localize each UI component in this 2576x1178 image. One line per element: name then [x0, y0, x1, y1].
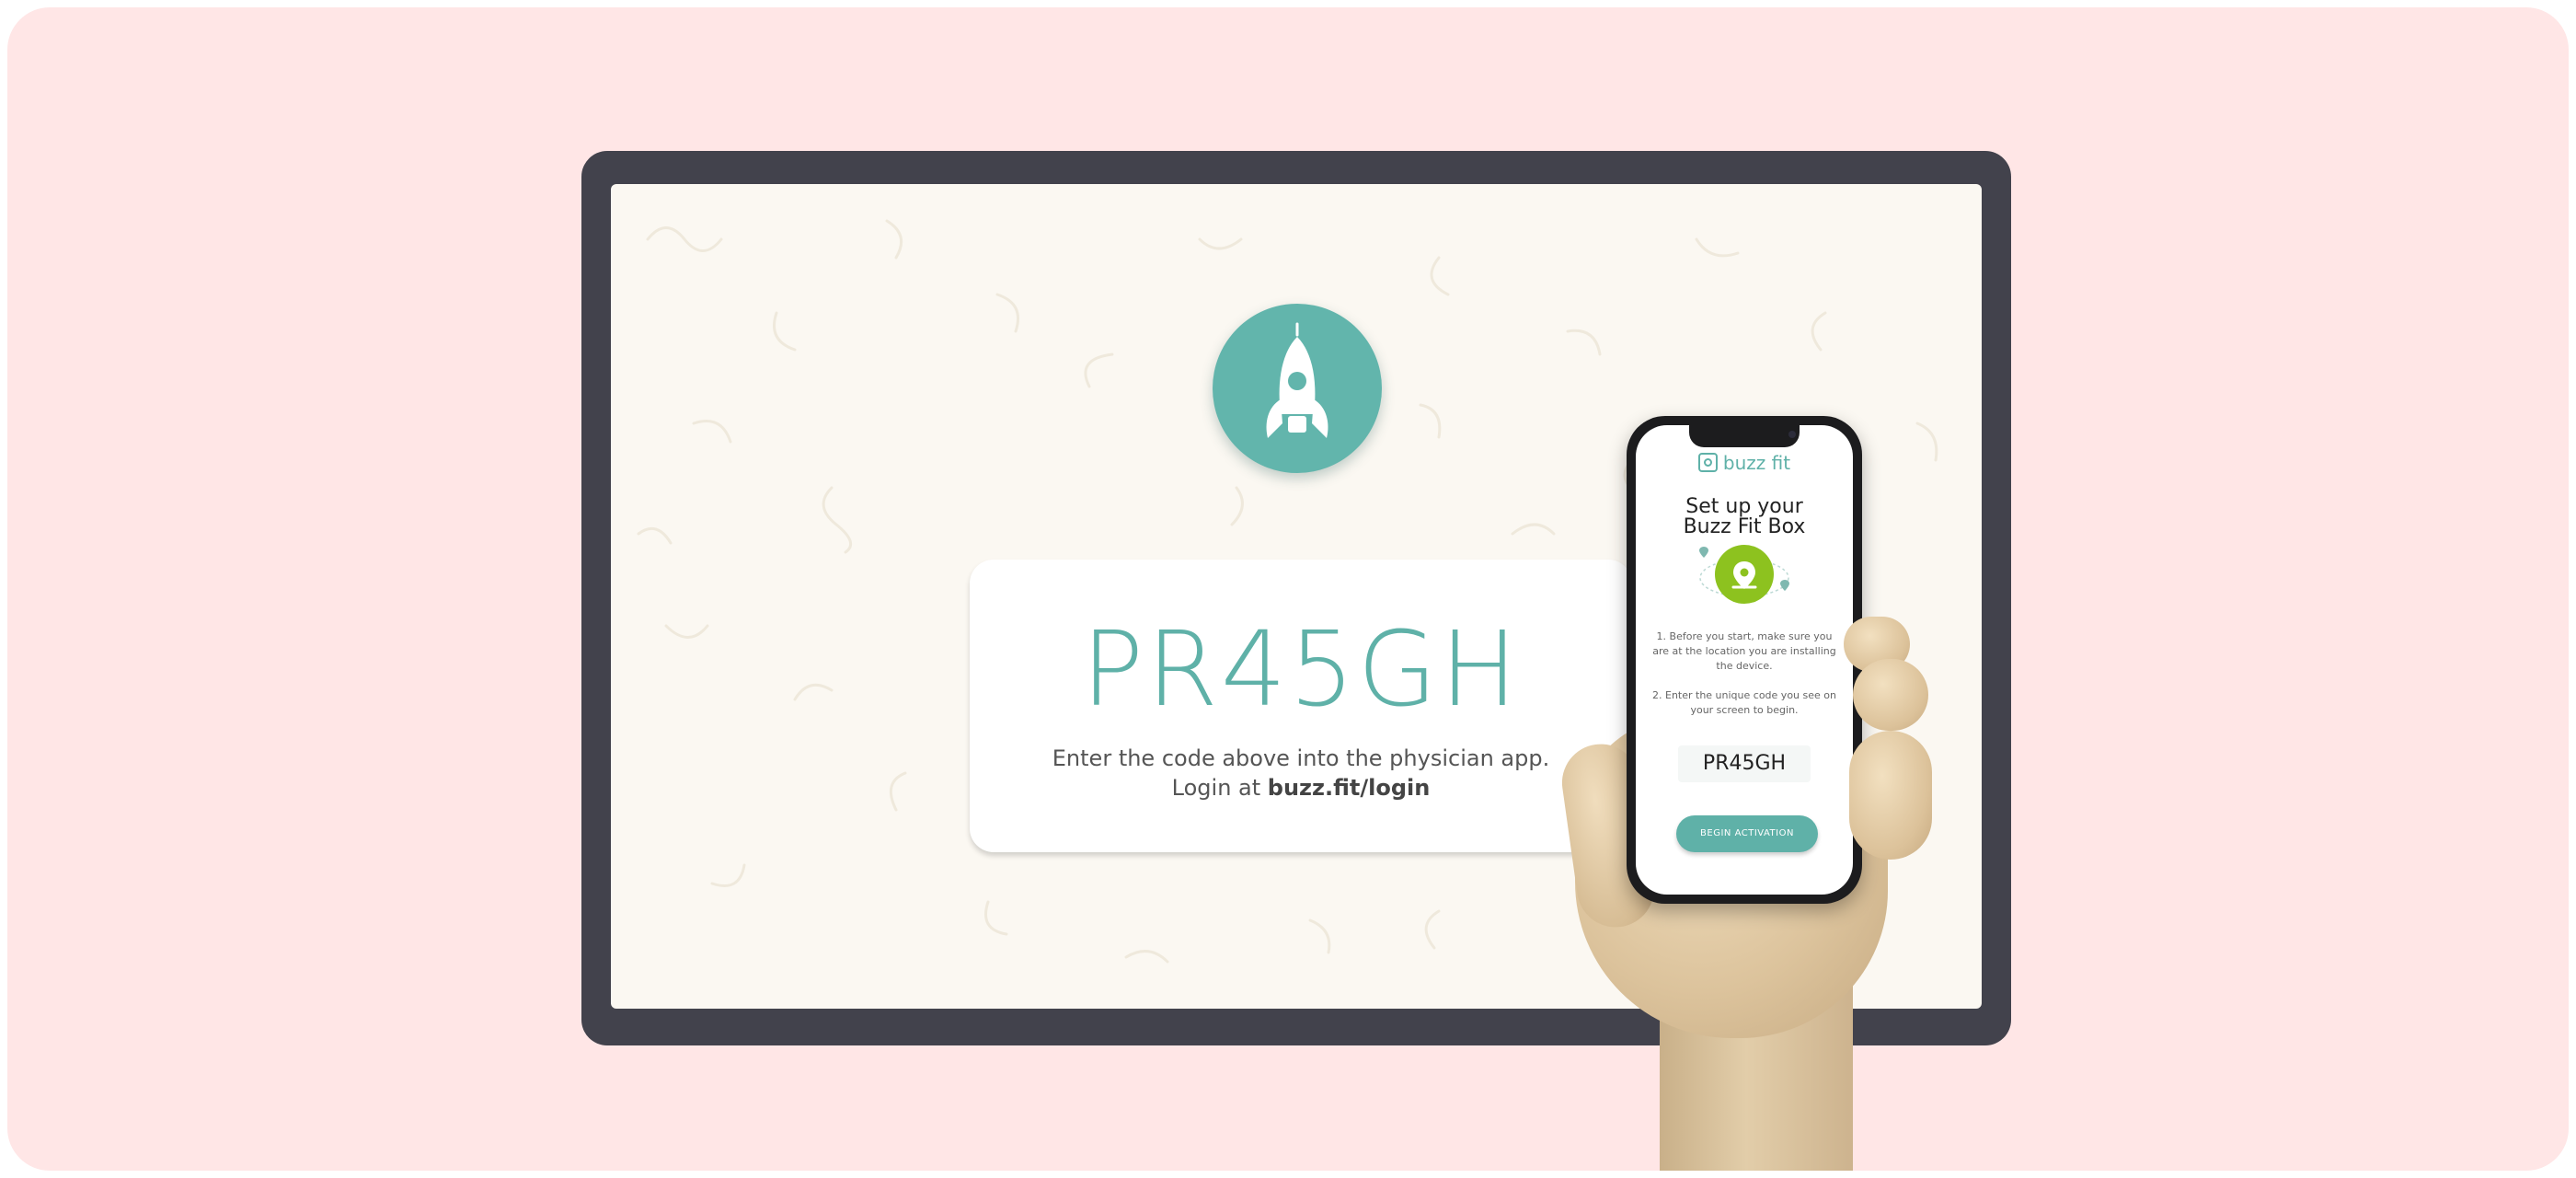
phone-notch	[1689, 425, 1800, 447]
begin-activation-button[interactable]: BEGIN ACTIVATION	[1676, 815, 1818, 852]
brand-logo: buzz fit	[1636, 451, 1853, 475]
buzz-fit-logo-icon	[1697, 453, 1718, 472]
rocket-icon	[1266, 322, 1328, 438]
phone-device: buzz fit Set up your Buzz Fit Box 1. Bef…	[1627, 416, 1862, 904]
code-display-field[interactable]: PR45GH	[1678, 745, 1811, 782]
hand-finger	[1853, 659, 1928, 731]
hand-finger	[1849, 731, 1932, 860]
login-instruction: Login at buzz.fit/login	[970, 773, 1632, 803]
page-background: PR45GH Enter the code above into the phy…	[7, 7, 2569, 1171]
rocket-badge	[1213, 304, 1382, 473]
step-2-text: 2. Enter the unique code you see on your…	[1652, 689, 1836, 716]
activation-code-card: PR45GH Enter the code above into the phy…	[970, 560, 1632, 852]
location-illustration	[1696, 541, 1792, 615]
step-1-text: 1. Before you start, make sure you are a…	[1652, 630, 1836, 672]
camera-icon	[1788, 431, 1796, 438]
instruction-text: Enter the code above into the physician …	[1052, 745, 1550, 771]
location-pin-icon	[1699, 545, 1789, 604]
activation-code: PR45GH	[1081, 610, 1521, 730]
phone-screen: buzz fit Set up your Buzz Fit Box 1. Bef…	[1636, 425, 1853, 895]
login-url: buzz.fit/login	[1267, 775, 1431, 801]
login-prefix: Login at	[1171, 775, 1268, 801]
brand-name: buzz fit	[1722, 452, 1791, 474]
setup-title-line2: Buzz Fit Box	[1683, 515, 1806, 538]
setup-title-line1: Set up your	[1685, 495, 1803, 518]
